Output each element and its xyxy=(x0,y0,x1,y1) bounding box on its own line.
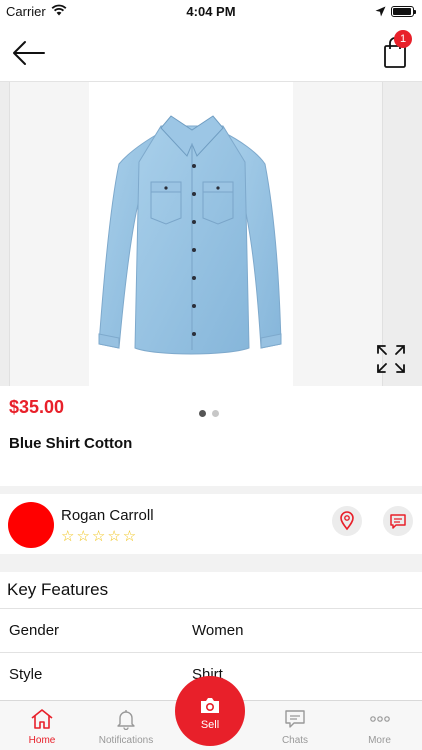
home-icon xyxy=(30,708,54,733)
product-detail-screen: Carrier 4:04 PM 1 $35.00 Blue Shirt Cott… xyxy=(0,0,422,750)
previous-slide-peek xyxy=(0,82,10,386)
seller-location-button[interactable] xyxy=(332,506,362,536)
tab-more[interactable]: More xyxy=(337,701,422,750)
feature-value: Women xyxy=(192,622,244,639)
feature-key: Style xyxy=(9,666,43,683)
tab-home[interactable]: Home xyxy=(0,701,84,750)
sell-label: Sell xyxy=(200,719,220,731)
product-price: $35.00 xyxy=(9,397,65,417)
tab-notifications-label: Notifications xyxy=(98,735,154,746)
chat-with-seller-button[interactable] xyxy=(383,506,413,536)
product-name: Blue Shirt Cotton xyxy=(9,435,133,452)
map-pin-icon xyxy=(340,511,354,531)
chat-bubble-icon xyxy=(390,514,406,529)
tab-home-label: Home xyxy=(28,735,56,746)
fullscreen-button[interactable] xyxy=(374,342,408,376)
clock: 4:04 PM xyxy=(186,4,236,19)
tab-chats-label: Chats xyxy=(281,735,309,746)
page-dot-active[interactable] xyxy=(199,410,206,417)
next-slide-peek xyxy=(382,82,422,386)
seller-card[interactable]: Rogan Carroll ☆☆☆☆☆ xyxy=(0,494,422,554)
camera-icon xyxy=(199,696,221,721)
page-dot[interactable] xyxy=(212,410,219,417)
feature-row: Gender Women xyxy=(0,608,422,652)
chat-icon xyxy=(283,708,307,733)
tab-notifications[interactable]: Notifications xyxy=(84,701,168,750)
tab-more-label: More xyxy=(368,735,391,746)
seller-avatar[interactable] xyxy=(8,502,54,548)
cart-count-badge: 1 xyxy=(394,30,412,48)
back-arrow-icon xyxy=(13,41,45,65)
product-image-gallery[interactable] xyxy=(0,82,422,386)
gallery-page-indicator[interactable] xyxy=(199,404,225,422)
seller-rating-stars: ☆☆☆☆☆ xyxy=(61,528,139,545)
feature-key: Gender xyxy=(9,622,60,639)
product-image[interactable] xyxy=(89,82,293,386)
bell-icon xyxy=(115,708,137,733)
more-dots-icon xyxy=(368,708,392,733)
seller-name[interactable]: Rogan Carroll xyxy=(61,507,154,524)
status-bar: Carrier 4:04 PM xyxy=(0,0,422,24)
denim-shirt-image xyxy=(98,115,282,355)
sell-button[interactable]: Sell xyxy=(175,676,245,746)
product-summary: $35.00 Blue Shirt Cotton xyxy=(0,386,422,486)
back-button[interactable] xyxy=(10,38,46,68)
tab-chats[interactable]: Chats xyxy=(253,701,337,750)
key-features-title: Key Features xyxy=(7,580,109,599)
location-arrow-icon xyxy=(375,5,386,20)
battery-icon xyxy=(391,6,416,17)
nav-bar: 1 xyxy=(0,24,422,82)
expand-icon xyxy=(377,345,405,373)
